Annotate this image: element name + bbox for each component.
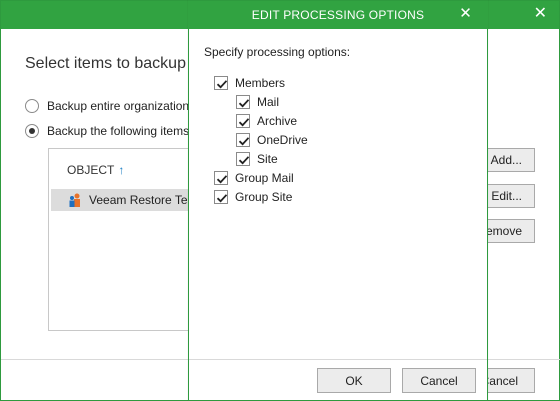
checkbox-mail[interactable]: Mail bbox=[236, 95, 279, 109]
organization-icon bbox=[69, 193, 80, 207]
radio-backup-entire-org[interactable]: Backup entire organization bbox=[25, 99, 189, 113]
page-heading: Select items to backup bbox=[25, 55, 186, 72]
checkbox-label-members: Members bbox=[235, 76, 286, 90]
edit-processing-options-dialog: EDIT PROCESSING OPTIONS ✕ Specify proces… bbox=[188, 0, 488, 401]
object-column-header[interactable]: OBJECT ↑ bbox=[67, 163, 124, 177]
dialog-instruction: Specify processing options: bbox=[204, 45, 351, 59]
checkbox-members[interactable]: Members bbox=[214, 76, 285, 90]
checkbox-label-onedrive: OneDrive bbox=[257, 133, 308, 147]
checkmark-icon[interactable] bbox=[236, 133, 250, 147]
checkbox-archive[interactable]: Archive bbox=[236, 114, 297, 128]
dialog-title-bar: EDIT PROCESSING OPTIONS ✕ bbox=[188, 1, 488, 29]
dialog-divider bbox=[189, 359, 487, 360]
sort-up-icon: ↑ bbox=[118, 163, 125, 177]
object-row-label: Veeam Restore Test bbox=[89, 193, 197, 207]
list-item[interactable]: Veeam Restore Test bbox=[51, 189, 197, 211]
checkmark-icon[interactable] bbox=[214, 171, 228, 185]
checkbox-onedrive[interactable]: OneDrive bbox=[236, 133, 308, 147]
checkmark-icon[interactable] bbox=[214, 190, 228, 204]
radio-label-entire: Backup entire organization bbox=[47, 99, 190, 113]
radio-backup-following[interactable]: Backup the following items: bbox=[25, 124, 192, 138]
checkbox-label-group-site: Group Site bbox=[235, 190, 293, 204]
checkbox-label-mail: Mail bbox=[257, 95, 280, 109]
checkmark-icon[interactable] bbox=[236, 114, 250, 128]
checkmark-icon[interactable] bbox=[236, 152, 250, 166]
close-icon[interactable]: ✕ bbox=[459, 6, 472, 22]
checkmark-icon[interactable] bbox=[214, 76, 228, 90]
checkbox-label-archive: Archive bbox=[257, 114, 298, 128]
checkbox-site[interactable]: Site bbox=[236, 152, 278, 166]
checkbox-group-mail[interactable]: Group Mail bbox=[214, 171, 294, 185]
object-list[interactable]: OBJECT ↑ Veeam Restore Test bbox=[48, 148, 198, 331]
checkmark-icon[interactable] bbox=[236, 95, 250, 109]
checkbox-label-group-mail: Group Mail bbox=[235, 171, 294, 185]
radio-label-following: Backup the following items: bbox=[47, 124, 193, 138]
radio-icon[interactable] bbox=[25, 99, 39, 113]
wizard-close-icon[interactable]: ✕ bbox=[534, 5, 547, 23]
object-header-label: OBJECT bbox=[67, 163, 115, 177]
radio-checked-icon[interactable] bbox=[25, 124, 39, 138]
cancel-button[interactable]: Cancel bbox=[402, 368, 476, 393]
ok-button[interactable]: OK bbox=[317, 368, 391, 393]
checkbox-label-site: Site bbox=[257, 152, 278, 166]
checkbox-group-site[interactable]: Group Site bbox=[214, 190, 292, 204]
dialog-title: EDIT PROCESSING OPTIONS bbox=[251, 8, 425, 22]
